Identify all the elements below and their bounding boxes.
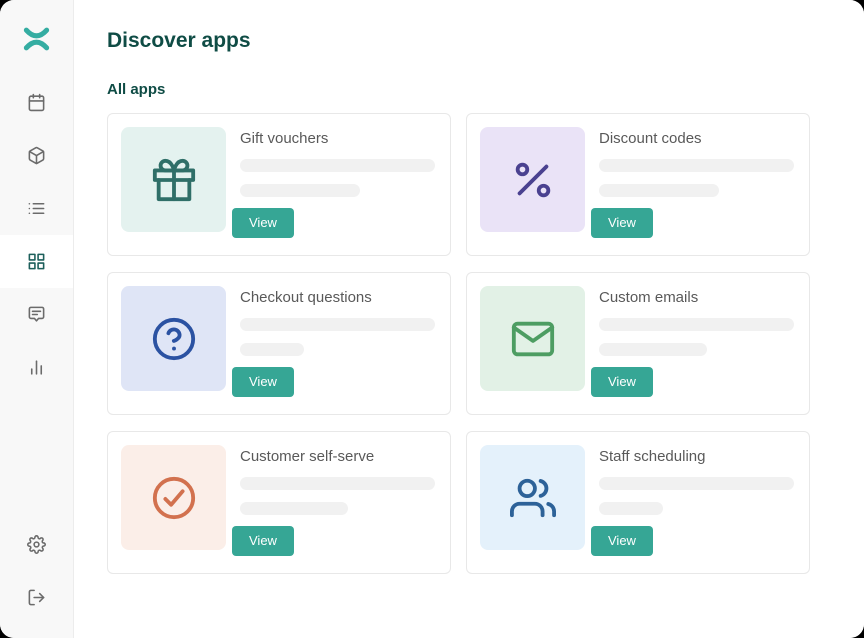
placeholder-bar: [240, 477, 435, 490]
placeholder-bar: [240, 318, 435, 331]
app-card: Gift vouchers View: [107, 113, 451, 256]
placeholder-bar: [599, 477, 794, 490]
view-button[interactable]: View: [591, 367, 653, 397]
app-card: Customer self-serve View: [107, 431, 451, 574]
placeholder-bar: [599, 343, 707, 356]
box-icon: [27, 146, 46, 165]
view-button[interactable]: View: [591, 526, 653, 556]
check-circle-icon: [151, 475, 197, 521]
sidebar: [0, 0, 74, 638]
app-card-body: Custom emails View: [585, 286, 796, 401]
sidebar-nav-bottom: [0, 518, 73, 638]
sidebar-item-calendar[interactable]: [0, 76, 73, 129]
app-icon-tile: [121, 445, 226, 550]
app-card: Staff scheduling View: [466, 431, 810, 574]
list-icon: [27, 199, 46, 218]
sidebar-item-message[interactable]: [0, 288, 73, 341]
app-icon-tile: [121, 127, 226, 232]
app-card: Discount codes View: [466, 113, 810, 256]
sidebar-item-gear[interactable]: [0, 518, 73, 571]
app-icon-tile: [480, 286, 585, 391]
app-title: Customer self-serve: [240, 447, 374, 467]
app-title: Gift vouchers: [240, 129, 328, 149]
mail-icon: [510, 316, 556, 362]
brand-logo[interactable]: [0, 0, 73, 51]
users-icon: [510, 475, 556, 521]
placeholder-bar: [599, 318, 794, 331]
app-icon-tile: [480, 127, 585, 232]
message-icon: [27, 305, 46, 324]
gear-icon: [27, 535, 46, 554]
gift-icon: [151, 157, 197, 203]
app-icon-tile: [121, 286, 226, 391]
main-content: Discover apps All apps Gift vouchers Vie…: [74, 0, 864, 638]
app-card-body: Gift vouchers View: [226, 127, 437, 242]
placeholder-bar: [240, 184, 360, 197]
percent-icon: [510, 157, 556, 203]
app-title: Discount codes: [599, 129, 702, 149]
sidebar-item-logout[interactable]: [0, 571, 73, 624]
placeholder-bar: [599, 159, 794, 172]
sidebar-item-box[interactable]: [0, 129, 73, 182]
placeholder-bar: [240, 343, 304, 356]
view-button[interactable]: View: [232, 208, 294, 238]
app-title: Checkout questions: [240, 288, 372, 308]
section-title: All apps: [107, 82, 864, 98]
calendar-icon: [27, 93, 46, 112]
app-title: Staff scheduling: [599, 447, 705, 467]
app-title: Custom emails: [599, 288, 698, 308]
brand-logo-icon: [23, 27, 50, 51]
logout-icon: [27, 588, 46, 607]
app-card-body: Customer self-serve View: [226, 445, 437, 560]
app-icon-tile: [480, 445, 585, 550]
app-window: Discover apps All apps Gift vouchers Vie…: [0, 0, 864, 638]
question-circle-icon: [151, 316, 197, 362]
app-card: Custom emails View: [466, 272, 810, 415]
sidebar-item-list[interactable]: [0, 182, 73, 235]
bar-chart-icon: [27, 358, 46, 377]
view-button[interactable]: View: [591, 208, 653, 238]
sidebar-item-bar-chart[interactable]: [0, 341, 73, 394]
app-card-body: Staff scheduling View: [585, 445, 796, 560]
apps-grid: Gift vouchers View Discount codes View C…: [107, 113, 864, 574]
page-title: Discover apps: [107, 30, 864, 52]
app-card: Checkout questions View: [107, 272, 451, 415]
placeholder-bar: [240, 502, 348, 515]
placeholder-bar: [599, 184, 719, 197]
view-button[interactable]: View: [232, 367, 294, 397]
placeholder-bar: [240, 159, 435, 172]
view-button[interactable]: View: [232, 526, 294, 556]
sidebar-item-grid[interactable]: [0, 235, 73, 288]
app-card-body: Discount codes View: [585, 127, 796, 242]
grid-icon: [27, 252, 46, 271]
placeholder-bar: [599, 502, 663, 515]
sidebar-nav: [0, 76, 73, 394]
app-card-body: Checkout questions View: [226, 286, 437, 401]
